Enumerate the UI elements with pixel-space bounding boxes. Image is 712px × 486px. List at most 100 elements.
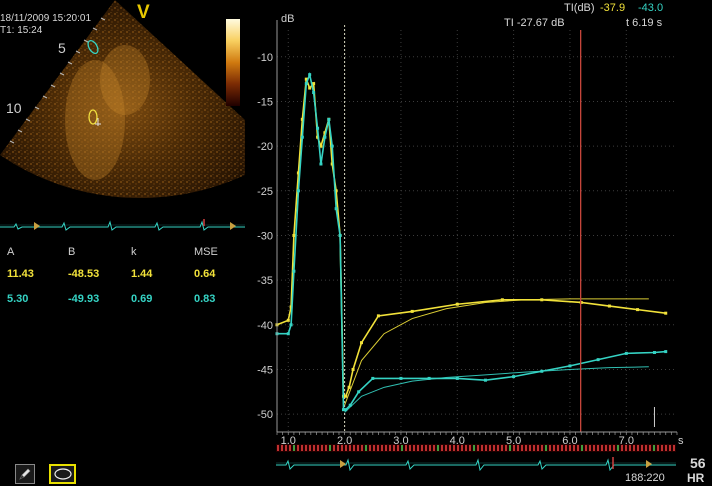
data-point bbox=[636, 308, 640, 312]
timeline-frame-tick bbox=[461, 445, 463, 451]
timeline-frame-tick bbox=[361, 445, 363, 451]
timeline-frame-tick bbox=[401, 445, 403, 451]
pencil-icon bbox=[19, 468, 31, 480]
time-intensity-curve-chart[interactable]: -10-15-20-25-30-35-40-45-501.0 2.0 3.0 4.0 5… bbox=[250, 0, 712, 486]
y-tick-label: -30 bbox=[257, 230, 273, 242]
heart-rate-label: HR bbox=[687, 471, 705, 485]
data-point bbox=[348, 403, 352, 407]
data-point bbox=[664, 350, 668, 354]
timeline-frame-tick bbox=[337, 445, 339, 451]
timeline-frame-tick bbox=[433, 445, 435, 451]
data-point bbox=[371, 376, 375, 380]
timeline-frame-tick bbox=[425, 445, 427, 451]
data-point bbox=[455, 376, 459, 380]
y-tick-label: -20 bbox=[257, 141, 273, 153]
y-tick-label: -50 bbox=[257, 409, 273, 421]
fit-row-cyan-a: 5.30 bbox=[7, 293, 29, 305]
data-point bbox=[376, 314, 380, 318]
timeline-frame-tick bbox=[621, 445, 623, 451]
timeline-frame-tick bbox=[309, 445, 311, 451]
timeline-frame-tick bbox=[341, 445, 343, 451]
data-point bbox=[292, 269, 296, 273]
data-point bbox=[652, 350, 656, 354]
timeline-frame-tick bbox=[321, 445, 323, 451]
timeline-frame-tick bbox=[549, 445, 551, 451]
timeline-frame-tick bbox=[545, 445, 547, 451]
data-point bbox=[483, 378, 487, 382]
timeline-frame-tick bbox=[277, 445, 279, 451]
timeline-frame-tick bbox=[345, 445, 347, 451]
fit-row-cyan-k: 0.69 bbox=[131, 293, 153, 305]
timeline-frame-tick bbox=[553, 445, 555, 451]
timeline-frame-tick bbox=[573, 445, 575, 451]
data-point bbox=[624, 351, 628, 355]
data-point bbox=[308, 73, 312, 77]
y-axis-unit-label: dB bbox=[281, 13, 294, 25]
data-point bbox=[334, 207, 338, 211]
depth-label-5: 5 bbox=[58, 40, 66, 56]
timeline-frame-tick bbox=[565, 445, 567, 451]
timeline-frame-tick bbox=[481, 445, 483, 451]
y-tick-label: -40 bbox=[257, 320, 273, 332]
data-point bbox=[289, 323, 293, 327]
pencil-tool-button[interactable] bbox=[15, 464, 35, 484]
data-point bbox=[344, 408, 348, 412]
frame-timeline-bar[interactable] bbox=[276, 444, 676, 452]
column-header-mse: MSE bbox=[194, 246, 218, 258]
timeline-frame-tick bbox=[529, 445, 531, 451]
timeline-frame-tick bbox=[537, 445, 539, 451]
timeline-frame-tick bbox=[389, 445, 391, 451]
ultrasound-panel[interactable]: 18/11/2009 15:20:01 T1: 15:24 V 5 10 bbox=[0, 0, 245, 215]
data-point bbox=[347, 385, 351, 389]
data-point bbox=[568, 364, 572, 368]
timeline-frame-tick bbox=[569, 445, 571, 451]
timeline-frame-tick bbox=[617, 445, 619, 451]
timeline-frame-tick bbox=[297, 445, 299, 451]
timeline-frame-tick bbox=[429, 445, 431, 451]
timeline-frame-tick bbox=[485, 445, 487, 451]
intensity-colorbar bbox=[226, 19, 240, 106]
view-marker: V bbox=[137, 2, 150, 23]
timeline-frame-tick bbox=[629, 445, 631, 451]
timeline-frame-tick bbox=[557, 445, 559, 451]
timeline-frame-tick bbox=[465, 445, 467, 451]
timeline-frame-tick bbox=[653, 445, 655, 451]
data-point bbox=[327, 117, 331, 121]
data-point bbox=[540, 369, 544, 373]
timeline-frame-tick bbox=[393, 445, 395, 451]
column-header-b: B bbox=[68, 246, 76, 258]
fit-row-cyan-b: -49.93 bbox=[68, 293, 100, 305]
data-point bbox=[300, 135, 304, 139]
timeline-frame-tick bbox=[489, 445, 491, 451]
timeline-frame-tick bbox=[609, 445, 611, 451]
column-header-k: k bbox=[131, 246, 137, 258]
timeline-frame-tick bbox=[293, 445, 295, 451]
timeline-frame-tick bbox=[561, 445, 563, 451]
x-axis-unit-label: s bbox=[678, 435, 684, 447]
ellipse-roi-tool-button[interactable] bbox=[49, 464, 76, 484]
ecg-strip-bottom bbox=[276, 457, 676, 472]
data-point bbox=[410, 309, 414, 313]
timeline-frame-tick bbox=[625, 445, 627, 451]
depth-label-10: 10 bbox=[6, 100, 22, 116]
timeline-frame-tick bbox=[501, 445, 503, 451]
y-tick-label: -35 bbox=[257, 275, 273, 287]
data-point bbox=[596, 358, 600, 362]
timeline-frame-tick bbox=[281, 445, 283, 451]
data-point bbox=[351, 367, 355, 371]
timeline-frame-tick bbox=[473, 445, 475, 451]
timeline-frame-tick bbox=[437, 445, 439, 451]
data-point bbox=[427, 376, 431, 380]
heart-rate-value: 56 bbox=[690, 455, 706, 471]
timeline-frame-tick bbox=[445, 445, 447, 451]
fit-row-yellow-a: 11.43 bbox=[7, 268, 34, 280]
timeline-frame-tick bbox=[325, 445, 327, 451]
timeline-frame-tick bbox=[301, 445, 303, 451]
timeline-frame-tick bbox=[533, 445, 535, 451]
timeline-frame-tick bbox=[333, 445, 335, 451]
timeline-frame-tick bbox=[365, 445, 367, 451]
data-point bbox=[357, 390, 361, 394]
timeline-frame-tick bbox=[317, 445, 319, 451]
timeline-frame-tick bbox=[657, 445, 659, 451]
timeline-frame-tick bbox=[645, 445, 647, 451]
